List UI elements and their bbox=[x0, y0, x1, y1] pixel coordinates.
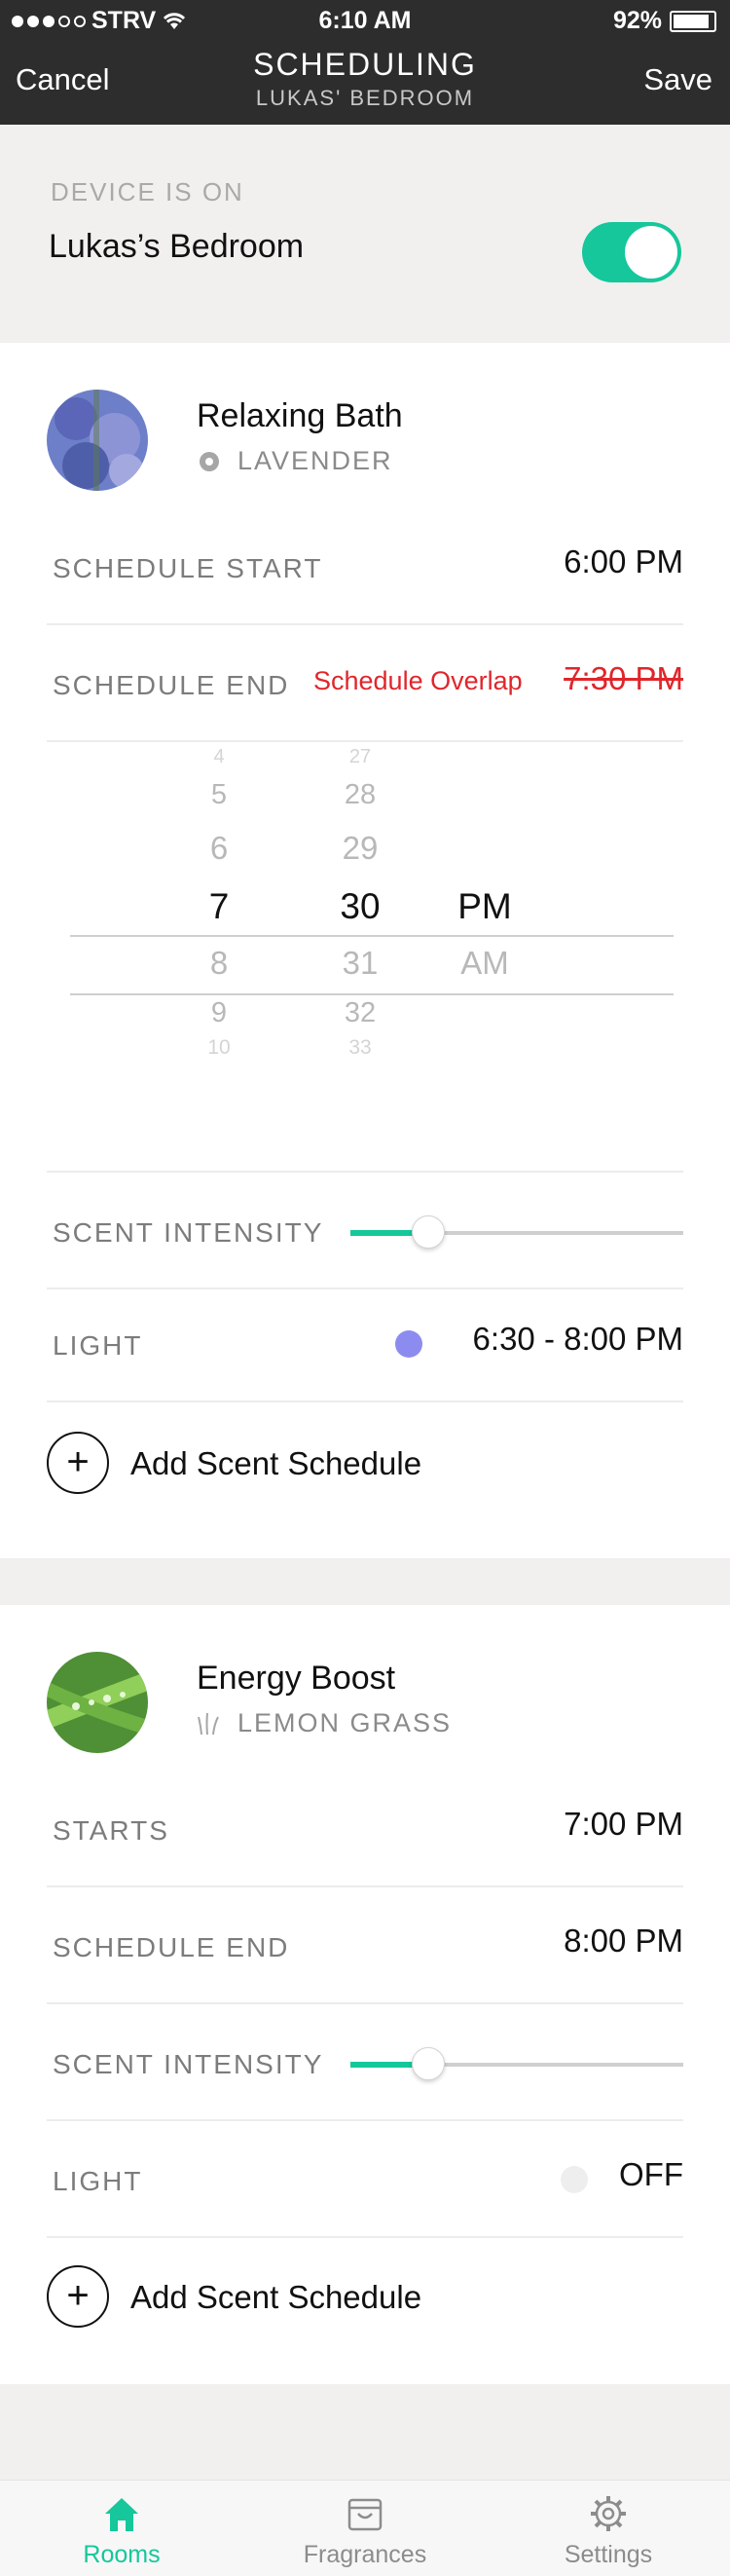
scent-intensity-label: SCENT INTENSITY bbox=[53, 1217, 324, 1248]
picker-minute: 33 bbox=[348, 1036, 372, 1059]
picker-minute: 29 bbox=[342, 830, 379, 866]
status-bar: STRV 6:10 AM 92% bbox=[0, 0, 730, 41]
schedule-title: Energy Boost bbox=[197, 1660, 396, 1697]
schedule-end-row[interactable]: SCHEDULE END Schedule Overlap 7:30 PM bbox=[47, 625, 683, 742]
schedule-start-row[interactable]: STARTS 7:00 PM bbox=[47, 1771, 683, 1887]
picker-hour-selected: 7 bbox=[208, 886, 230, 926]
device-section: DEVICE IS ON Lukas’s Bedroom bbox=[0, 125, 730, 343]
schedule-start-value: 7:00 PM bbox=[564, 1806, 683, 1842]
plus-icon: + bbox=[47, 1432, 109, 1494]
grass-icon bbox=[198, 1712, 219, 1735]
time-picker[interactable]: 4 5 6 7 8 9 10 27 28 29 30 31 32 33 PM A… bbox=[0, 740, 730, 1178]
light-color-indicator bbox=[561, 2166, 588, 2193]
picker-minute: 28 bbox=[344, 779, 377, 810]
add-scent-schedule-button[interactable]: + Add Scent Schedule bbox=[47, 2246, 683, 2339]
page-title: SCHEDULING bbox=[253, 47, 477, 82]
add-scent-schedule-button[interactable]: + Add Scent Schedule bbox=[47, 1412, 683, 1506]
battery-percent: 92% bbox=[612, 7, 662, 34]
light-label: LIGHT bbox=[53, 1330, 143, 1361]
toggle-knob bbox=[625, 226, 677, 279]
add-scent-schedule-label: Add Scent Schedule bbox=[130, 2279, 422, 2315]
tab-bar: Rooms Fragrances Settings bbox=[0, 2480, 730, 2576]
picker-period: AM bbox=[460, 945, 509, 981]
schedule-start-label: STARTS bbox=[53, 1815, 169, 1846]
scent-intensity-slider[interactable] bbox=[350, 1215, 683, 1249]
picker-minute: 27 bbox=[348, 746, 372, 767]
schedule-start-value: 6:00 PM bbox=[564, 543, 683, 579]
light-value: OFF bbox=[619, 2156, 683, 2192]
fragrance-info: LEMON GRASS bbox=[197, 1708, 452, 1738]
schedule-start-row[interactable]: SCHEDULE START 6:00 PM bbox=[47, 508, 683, 625]
lemon-grass-image bbox=[47, 1652, 148, 1753]
scent-intensity-label: SCENT INTENSITY bbox=[53, 2049, 324, 2079]
schedule-end-value: 8:00 PM bbox=[564, 1923, 683, 1959]
home-icon bbox=[105, 2498, 138, 2531]
light-row[interactable]: LIGHT OFF bbox=[47, 2121, 683, 2238]
light-row[interactable]: LIGHT 6:30 - 8:00 PM bbox=[47, 1286, 683, 1402]
picker-hour: 8 bbox=[209, 945, 229, 981]
tab-rooms[interactable]: Rooms bbox=[0, 2488, 243, 2569]
picker-hour: 10 bbox=[207, 1036, 231, 1059]
gear-icon bbox=[591, 2496, 626, 2531]
schedule-end-label: SCHEDULE END bbox=[53, 1932, 290, 1962]
picker-hour: 9 bbox=[210, 997, 228, 1028]
add-scent-schedule-label: Add Scent Schedule bbox=[130, 1445, 422, 1481]
plus-icon: + bbox=[47, 2265, 109, 2328]
page-subtitle: LUKAS' BEDROOM bbox=[255, 86, 475, 110]
picker-top-line bbox=[70, 935, 674, 937]
scent-intensity-row: SCENT INTENSITY bbox=[47, 2004, 683, 2121]
device-status-label: DEVICE IS ON bbox=[51, 177, 244, 206]
schedule-start-label: SCHEDULE START bbox=[53, 553, 323, 583]
tab-fragrances-label: Fragrances bbox=[303, 2541, 427, 2568]
picker-bottom-line bbox=[70, 993, 674, 995]
schedule-end-label: SCHEDULE END bbox=[53, 670, 290, 700]
fragrance-name: LAVENDER bbox=[237, 446, 393, 475]
tab-fragrances[interactable]: Fragrances bbox=[243, 2488, 487, 2569]
lavender-image bbox=[47, 390, 148, 491]
bag-icon bbox=[347, 2498, 383, 2531]
scent-intensity-slider[interactable] bbox=[350, 2047, 683, 2080]
scent-intensity-row: SCENT INTENSITY bbox=[47, 1171, 683, 1289]
picker-period-selected: PM bbox=[457, 886, 512, 926]
device-power-toggle[interactable] bbox=[582, 222, 681, 282]
tab-rooms-label: Rooms bbox=[83, 2541, 161, 2568]
schedule-end-row[interactable]: SCHEDULE END 8:00 PM bbox=[47, 1887, 683, 2004]
picker-hour: 5 bbox=[210, 779, 228, 810]
fragrance-info: LAVENDER bbox=[197, 446, 393, 476]
light-value: 6:30 - 8:00 PM bbox=[472, 1321, 683, 1357]
slider-thumb[interactable] bbox=[411, 1215, 445, 1249]
gear-flower-icon bbox=[200, 451, 219, 471]
picker-minute: 32 bbox=[344, 997, 377, 1028]
battery-info: 92% bbox=[613, 7, 716, 35]
schedule-card-energy-boost: Energy Boost LEMON GRASS STARTS 7:00 PM … bbox=[0, 1605, 730, 2384]
tab-settings[interactable]: Settings bbox=[487, 2488, 730, 2569]
picker-minute-selected: 30 bbox=[340, 886, 381, 926]
light-label: LIGHT bbox=[53, 2166, 143, 2196]
tab-settings-label: Settings bbox=[564, 2541, 653, 2568]
battery-icon bbox=[670, 10, 716, 32]
schedule-title: Relaxing Bath bbox=[197, 397, 403, 434]
fragrance-name: LEMON GRASS bbox=[237, 1708, 453, 1737]
picker-hour: 4 bbox=[213, 746, 225, 767]
slider-thumb[interactable] bbox=[411, 2047, 445, 2080]
schedule-card-relaxing-bath: Relaxing Bath LAVENDER SCHEDULE START 6:… bbox=[0, 343, 730, 1558]
picker-minute: 31 bbox=[342, 945, 379, 981]
schedule-end-value: 7:30 PM bbox=[564, 660, 683, 696]
picker-hour: 6 bbox=[209, 830, 229, 866]
save-button[interactable]: Save bbox=[643, 62, 712, 97]
navigation-bar: Cancel SCHEDULING LUKAS' BEDROOM Save bbox=[0, 41, 730, 125]
device-name: Lukas’s Bedroom bbox=[49, 228, 305, 265]
schedule-overlap-warning: Schedule Overlap bbox=[313, 666, 523, 695]
light-color-indicator bbox=[395, 1330, 422, 1358]
